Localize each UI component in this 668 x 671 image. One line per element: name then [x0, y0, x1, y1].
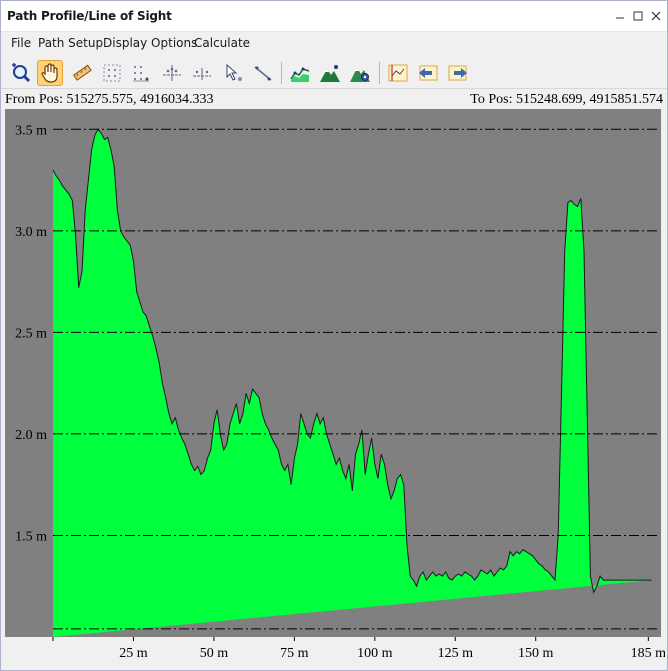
maximize-icon — [633, 11, 643, 21]
signal-chart-icon — [388, 64, 408, 82]
hand-pan-icon — [41, 63, 58, 83]
menu-path-setup[interactable]: Path Setup — [38, 36, 103, 50]
toolbar-separator — [379, 62, 380, 84]
profile-plot[interactable]: 1.5 m 2.0 m 2.5 m 3.0 m 3.5 m 25 m 50 m 75 m 100… — [5, 109, 665, 669]
minimize-icon — [616, 17, 624, 19]
window-title: Path Profile/Line of Sight — [7, 9, 172, 23]
to-position-label: To Pos: 515248.699, 4915851.574 — [470, 92, 663, 107]
position-bar: From Pos: 515275.575, 4916034.333 To Pos… — [1, 89, 667, 109]
profile-chart-button[interactable] — [287, 60, 313, 86]
arrow-left-chart-icon — [419, 65, 438, 81]
axis-line-icon — [193, 68, 211, 80]
x-tick-label: 150 m — [518, 646, 554, 661]
pointer-point-icon — [226, 63, 242, 81]
pointer-point-button[interactable] — [221, 60, 247, 86]
menu-file[interactable]: File — [11, 36, 31, 50]
x-tick-label: 25 m — [119, 646, 148, 661]
profile-chart-icon — [290, 67, 310, 82]
axis-points-icon — [163, 65, 181, 81]
axis-line-button[interactable] — [189, 60, 215, 86]
y-tick-label: 2.5 m — [15, 326, 47, 341]
path-profile-window: Path Profile/Line of Sight File Path Set… — [0, 0, 668, 671]
arrow-right-chart-icon — [448, 65, 467, 81]
terrain-settings-button[interactable] — [347, 60, 373, 86]
x-tick-label: 100 m — [357, 646, 393, 661]
grid-select-button[interactable] — [99, 60, 125, 86]
ruler-icon — [73, 64, 92, 81]
y-tick-label: 1.5 m — [15, 529, 47, 544]
toolbar-separator — [281, 62, 282, 84]
arrow-right-chart-button[interactable] — [445, 60, 471, 86]
x-tick-label: 185 m — [631, 646, 665, 661]
close-button[interactable] — [647, 7, 665, 25]
pointer-line-icon — [254, 66, 272, 81]
zoom-icon — [12, 63, 31, 83]
terrain-icon — [320, 65, 340, 82]
dot-grid-button[interactable] — [128, 60, 154, 86]
pointer-line-button[interactable] — [250, 60, 276, 86]
toolbar — [1, 53, 667, 89]
pan-tool-button[interactable] — [37, 60, 63, 86]
ruler-tool-button[interactable] — [69, 60, 95, 86]
menu-bar: File Path Setup Display Options Calculat… — [1, 31, 667, 53]
grid-select-icon — [103, 64, 121, 82]
x-tick-label: 50 m — [200, 646, 229, 661]
minimize-button[interactable] — [611, 7, 629, 25]
y-tick-label: 2.0 m — [15, 428, 47, 443]
terrain-button[interactable] — [317, 60, 343, 86]
y-tick-label: 3.5 m — [15, 123, 47, 138]
x-tick-label: 75 m — [280, 646, 309, 661]
signal-chart-button[interactable] — [385, 60, 411, 86]
maximize-button[interactable] — [629, 7, 647, 25]
profile-chart[interactable]: 1.5 m 2.0 m 2.5 m 3.0 m 3.5 m 25 m 50 m 75 m 100… — [5, 109, 665, 669]
x-tick-label: 125 m — [438, 646, 474, 661]
from-position-label: From Pos: 515275.575, 4916034.333 — [5, 92, 214, 107]
menu-display-options[interactable]: Display Options — [103, 36, 197, 50]
arrow-left-chart-button[interactable] — [415, 60, 441, 86]
close-icon — [651, 11, 661, 21]
title-bar: Path Profile/Line of Sight — [1, 1, 667, 31]
y-tick-label: 3.0 m — [15, 225, 47, 240]
dot-grid-icon — [133, 66, 149, 82]
axis-points-button[interactable] — [159, 60, 185, 86]
menu-calculate[interactable]: Calculate — [194, 36, 250, 50]
terrain-settings-icon — [350, 68, 370, 82]
zoom-tool-button[interactable] — [7, 60, 33, 86]
